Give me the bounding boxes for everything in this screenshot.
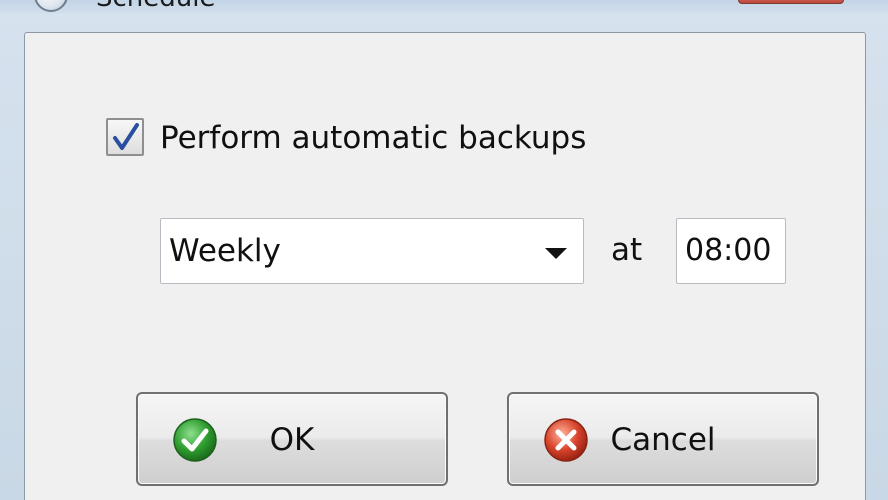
frequency-value: Weekly xyxy=(169,233,281,269)
title-bar: Schedule xyxy=(0,0,888,14)
schedule-dialog: Schedule Perform automatic backups Weekl… xyxy=(0,0,888,500)
cancel-button[interactable]: Cancel xyxy=(507,392,819,486)
frequency-dropdown[interactable]: Weekly xyxy=(160,218,584,284)
app-icon xyxy=(34,0,68,12)
window-title: Schedule xyxy=(96,0,215,12)
close-button[interactable] xyxy=(738,0,844,4)
at-label: at xyxy=(611,232,643,268)
cancel-label: Cancel xyxy=(610,422,716,458)
auto-backup-checkbox[interactable] xyxy=(106,118,144,156)
chevron-down-icon[interactable] xyxy=(545,248,567,259)
checkmark-icon xyxy=(113,123,139,150)
ok-label: OK xyxy=(269,422,315,458)
time-value: 08:00 xyxy=(685,233,772,268)
auto-backup-label[interactable]: Perform automatic backups xyxy=(160,118,586,158)
time-input[interactable]: 08:00 xyxy=(676,218,786,284)
ok-button[interactable]: OK xyxy=(136,392,448,486)
